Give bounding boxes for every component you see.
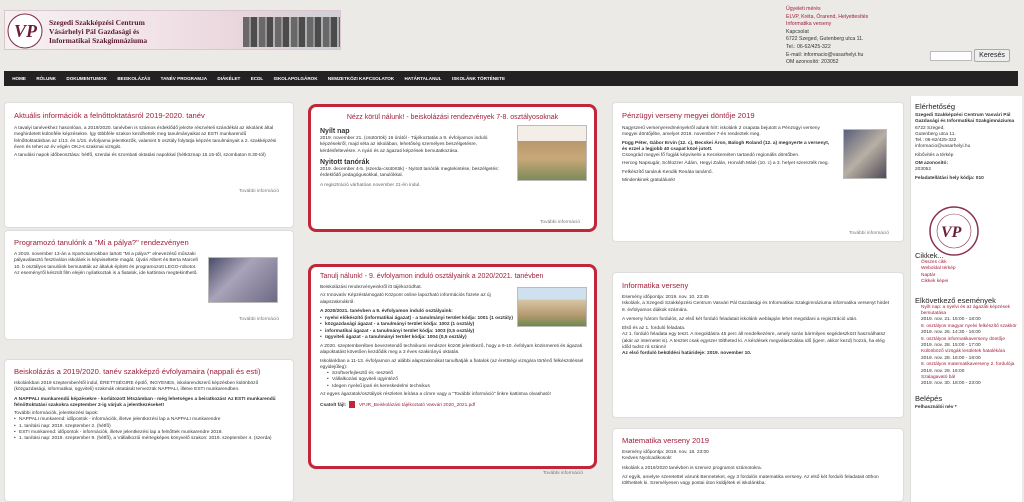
nav-diakelet[interactable]: DIÁKÉLET (212, 76, 245, 81)
card-title[interactable]: Beiskolázás a 2019/2020. tanév szakképző… (5, 367, 293, 376)
card-text: A verseny három fordulós, az első két fo… (622, 316, 858, 322)
contact-line[interactable]: Ügyeleti mérés (786, 6, 906, 14)
logo-text: Szegedi Szakképzési Centrum Vásárhelyi P… (49, 18, 148, 45)
news-card-informatika-verseny: Informatika verseny Esemény időpontja: 2… (612, 272, 904, 418)
site-code: Feladatellátási hely kódja: 010 (915, 175, 984, 181)
card-title[interactable]: Aktuális információk a felnőttoktatásról… (5, 111, 293, 120)
news-card-mi-a-palya: Programozó tanulónk a "Mi a pálya?" rend… (4, 230, 294, 340)
more-link[interactable]: További információ (239, 317, 279, 322)
featured-card-nezz-korul: Nézz körül nálunk! - beiskolázási rendez… (308, 104, 597, 232)
username-label: Felhasználói név * (915, 404, 957, 410)
header-contact: Ügyeleti mérés ELVP, Kréta, Órarend, Hel… (786, 6, 906, 67)
nav-tortenete[interactable]: ISKOLÁNK TÖRTÉNETE (447, 76, 510, 81)
more-link[interactable]: További információ (239, 189, 279, 194)
search-input[interactable] (930, 51, 972, 61)
card-title[interactable]: Programozó tanulónk a "Mi a pálya?" rend… (5, 238, 293, 247)
search-button[interactable]: Keresés (974, 49, 1010, 62)
sidebar: Elérhetőség Szegedi Szakképzési Centrum … (910, 96, 1022, 502)
card-text: Az első forduló beküldési határideje: 20… (622, 351, 752, 357)
class-list: nyelvi előkészítő (informatikai ágazat) … (311, 316, 594, 341)
svg-text:VP: VP (14, 21, 38, 41)
card-title[interactable]: Matematika verseny 2019 (613, 436, 903, 445)
contact-line[interactable]: ELVP, Kréta, Órarend, Helyettesítés (786, 14, 906, 22)
nav-beiskolazas[interactable]: BEISKOLÁZÁS (112, 76, 155, 81)
sidebar-heading: Elérhetőség (915, 102, 956, 111)
card-text: A 2020. szeptemberében bevezetendő techn… (320, 344, 583, 356)
school-logo-banner[interactable]: VP Szegedi Szakképzési Centrum Vásárhely… (4, 10, 341, 50)
list-item[interactable]: Idegen nyelvű ipari és kereskedelmi tech… (327, 384, 585, 390)
event-link[interactable]: 8. osztályos matematikaverseny 2. fordul… (911, 362, 1022, 368)
contact-line: OM azonosító: 203052 (786, 59, 839, 66)
alert-text: A NAPPALI munkarendű képzésekre - korlát… (14, 396, 276, 408)
address-line[interactable]: informacio@vasarhelyi.hu (911, 144, 1022, 150)
nav-iskolapolgarok[interactable]: ISKOLAPOLGÁROK (268, 76, 322, 81)
sidebar-link[interactable]: Cikkek képei (911, 279, 1022, 285)
event-poster-image[interactable] (517, 125, 587, 181)
card-text: Kedves Nyolcadikosok! (622, 456, 672, 462)
attachment-link[interactable]: VPJR_Beiskolázási tájékoztató Vasvári 20… (359, 403, 475, 408)
main-navigation: HOME RÓLUNK DOKUMENTUMOK BEISKOLÁZÁS TAN… (4, 71, 1018, 86)
card-text: Az egyes ágazatok/osztályok részletes le… (320, 391, 551, 397)
more-link[interactable]: További információ (540, 220, 580, 225)
nav-tanev-programja[interactable]: TANÉV PROGRAMJA (155, 76, 212, 81)
more-link[interactable]: További információ (543, 471, 583, 476)
card-text: A tavalyi tanévekhez hasonlóan, a 2019/2… (14, 126, 277, 150)
news-card-beiskolazas-esti: Beiskolázás a 2019/2020. tanév szakképző… (4, 359, 294, 502)
nav-dokumentumok[interactable]: DOKUMENTUMOK (61, 76, 112, 81)
card-title[interactable]: Informatika verseny (613, 281, 903, 290)
nav-nemzetkozi[interactable]: NEMZETKÖZI KAPCSOLATOK (323, 76, 400, 81)
article-photo[interactable] (208, 257, 278, 303)
card-text: Iskolánk, a Szegedi Szakképzési Centrum … (622, 301, 890, 313)
org-name: Szegedi Szakképzési Centrum Vasvári Pál … (915, 113, 1015, 125)
contact-line: Kapcsolat (786, 28, 809, 35)
contact-line: E-mail: informacio@vasarhelyi.hu (786, 51, 864, 58)
event-link[interactable]: Nyílt nap: a nyelvi és az ágazati képzés… (911, 305, 1022, 318)
om-value: 203052 (915, 167, 932, 173)
card-text: Iskolánk a 2019/2020 tanévben is szervez… (622, 465, 762, 471)
school-seal-icon: VP (929, 206, 979, 256)
info-list: NAPPALI munkarend: időpontok - informáci… (5, 417, 293, 442)
nav-ecdl[interactable]: ECDL (246, 76, 269, 81)
card-text: Iskolánkban a 11-13. évfolyamon az alább… (320, 358, 584, 370)
nav-home[interactable]: HOME (7, 76, 31, 81)
news-card-felnottoktatas: Aktuális információk a felnőttoktatásról… (4, 102, 294, 228)
map-link[interactable]: Kibővítés a térkép (911, 153, 1022, 159)
sidebar-heading: Elkövetkező események (915, 295, 996, 305)
news-card-matematika-verseny: Matematika verseny 2019 Esemény időpontj… (612, 428, 904, 502)
card-title[interactable]: Nézz körül nálunk! - beiskolázási rendez… (311, 113, 594, 122)
card-title[interactable]: Tanulj nálunk! - 9. évfolyamon induló os… (311, 272, 594, 281)
card-text: Mindenkinek gratulálunk! (622, 178, 676, 184)
svg-text:VP: VP (941, 224, 962, 241)
card-title[interactable]: Pénzügyi verseny megyei döntője 2019 (613, 111, 903, 120)
card-text: A tanulási napok időbeosztása: hétfő, sz… (14, 153, 266, 159)
contact-line: 6722 Szeged, Gutenberg utca 11. (786, 36, 864, 43)
card-text: Iskolánkban 2019 szeptemberétől indul, É… (14, 381, 259, 393)
nav-hatartalanul[interactable]: HATÁRTALANUL (399, 76, 446, 81)
contact-line[interactable]: Informatika verseny (786, 21, 906, 29)
card-note: A regisztráció várhatóan november 21-én … (320, 183, 421, 189)
featured-card-tanulj-nalunk: Tanulj nálunk! - 9. évfolyamon induló os… (308, 264, 597, 469)
more-link[interactable]: További információ (849, 231, 889, 236)
nav-rolunk[interactable]: RÓLUNK (31, 76, 61, 81)
sidebar-heading: Belépés (915, 393, 943, 403)
photo-strip (243, 17, 340, 47)
contact-line: Tel.: 06-62/425-322 (786, 43, 831, 50)
list-item: ügyviteli ágazat - a tanulmányi terület … (320, 335, 585, 341)
event-date: 2019. nov. 30. 18:00 - 23:00 (921, 381, 981, 387)
card-text: Az egyik, amelyre szeretettel várunk Ben… (622, 474, 879, 487)
news-card-penzugyi-verseny: Pénzügyi verseny megyei döntője 2019 Nag… (612, 102, 904, 242)
profession-list: Szoftverfejlesztő és -tesztelő Vállalkoz… (311, 371, 594, 390)
pdf-icon (349, 401, 356, 409)
competition-photo[interactable] (843, 129, 887, 179)
card-text: Az 1. forduló feladata egy teszt. A mego… (622, 332, 886, 351)
attachment-label: Csatolt fájl: (320, 402, 347, 408)
school-emblem-icon: VP (7, 13, 43, 49)
list-item: 1. tanítási nap: 2019. szeptember 9. (hé… (14, 436, 284, 442)
